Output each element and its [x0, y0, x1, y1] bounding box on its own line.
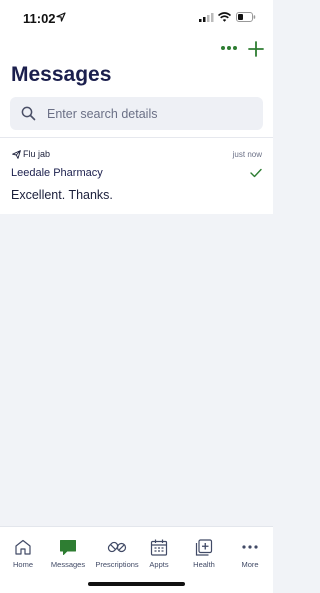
message-time: just now — [232, 150, 262, 159]
signal-icon — [199, 13, 214, 22]
ellipsis-icon — [221, 46, 237, 50]
more-options-button[interactable] — [219, 40, 239, 56]
wifi-icon — [218, 12, 231, 22]
sent-icon — [12, 150, 21, 159]
location-arrow-icon — [56, 12, 66, 22]
page-title: Messages — [11, 63, 112, 86]
status-time: 11:02 — [23, 11, 56, 26]
search-icon — [21, 106, 36, 121]
more-icon — [242, 545, 258, 549]
battery-icon — [236, 12, 256, 22]
search-bar[interactable] — [10, 97, 263, 130]
status-bar: 11:02 — [0, 0, 273, 36]
calendar-icon — [150, 539, 168, 556]
message-list-item[interactable]: Flu jab just now Leedale Pharmacy Excell… — [0, 138, 273, 214]
home-icon — [15, 539, 31, 555]
message-subject: Flu jab — [23, 149, 51, 159]
home-indicator — [88, 582, 185, 586]
health-record-icon — [195, 539, 213, 556]
tab-label: More — [241, 560, 259, 569]
new-message-button[interactable] — [246, 39, 266, 59]
read-check-icon — [250, 168, 262, 178]
search-input[interactable] — [47, 104, 252, 123]
messages-icon — [60, 540, 76, 555]
tab-more[interactable]: More — [227, 527, 273, 573]
pills-icon — [107, 541, 127, 553]
message-preview: Excellent. Thanks. — [11, 188, 113, 202]
message-sender: Leedale Pharmacy — [11, 167, 103, 179]
plus-icon — [248, 41, 264, 57]
